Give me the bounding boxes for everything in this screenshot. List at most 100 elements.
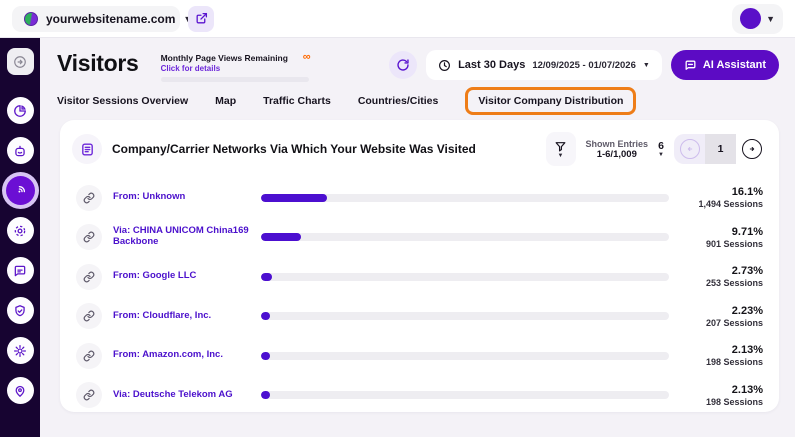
row-stats: 2.13% 198 Sessions: [679, 344, 763, 367]
table-row: From: Unknown 16.1% 1,494 Sessions: [72, 178, 767, 218]
row-sessions: 198 Sessions: [679, 397, 763, 407]
date-preset-label: Last 30 Days: [458, 59, 525, 71]
row-percent: 9.71%: [679, 226, 763, 238]
tab-map[interactable]: Map: [215, 95, 236, 107]
row-stats: 2.23% 207 Sessions: [679, 305, 763, 328]
table-row: From: Google LLC 2.73% 253 Sessions: [72, 257, 767, 297]
arrow-right-icon: [747, 144, 757, 154]
prev-page-button[interactable]: [680, 139, 700, 159]
tab-traffic-charts[interactable]: Traffic Charts: [263, 95, 331, 107]
site-selector[interactable]: yourwebsitename.com ▼: [12, 6, 180, 32]
quota-details-link[interactable]: Click for details: [161, 64, 311, 73]
row-sessions: 901 Sessions: [679, 239, 763, 249]
site-domain: yourwebsitename.com: [46, 12, 175, 26]
shield-check-icon: [13, 304, 27, 318]
row-stats: 2.13% 198 Sessions: [679, 384, 763, 407]
chevron-down-icon: ▼: [658, 152, 664, 158]
bar-track: [261, 352, 669, 360]
refresh-button[interactable]: [389, 51, 417, 79]
pie-chart-icon: [13, 104, 27, 118]
card-title: Company/Carrier Networks Via Which Your …: [112, 142, 476, 156]
shown-entries-label: Shown Entries: [586, 139, 649, 149]
page-size-selector[interactable]: 6 ▼: [658, 140, 664, 158]
tab-visitor-company-distribution[interactable]: Visitor Company Distribution: [465, 87, 636, 115]
row-sessions: 207 Sessions: [679, 318, 763, 328]
table-row: Via: Deutsche Telekom AG 2.13% 198 Sessi…: [72, 376, 767, 416]
arrow-left-icon: [685, 144, 695, 154]
main-content: Visitors Monthly Page Views Remaining ∞ …: [40, 38, 795, 437]
sidebar-item-chat[interactable]: [7, 257, 34, 284]
page-title: Visitors: [57, 50, 139, 77]
chevron-down-icon: ▼: [766, 14, 775, 24]
bar-fill: [261, 391, 270, 399]
network-link[interactable]: From: Cloudflare, Inc.: [113, 311, 261, 322]
bar-fill: [261, 312, 270, 320]
bar-track: [261, 312, 669, 320]
tab-bar: Visitor Sessions Overview Map Traffic Ch…: [40, 82, 795, 114]
infinity-icon: ∞: [303, 52, 311, 63]
sidebar-item-visitors[interactable]: [2, 172, 39, 209]
page-size-value: 6: [658, 140, 664, 152]
next-page-button[interactable]: [742, 139, 762, 159]
link-icon: [76, 303, 102, 329]
filter-button[interactable]: ▼: [546, 132, 576, 166]
network-link[interactable]: From: Google LLC: [113, 271, 261, 282]
pagination: 1: [674, 134, 767, 164]
link-icon: [76, 382, 102, 408]
sidebar-item-visitors-inner: [6, 176, 35, 205]
sidebar-item-tracking[interactable]: [7, 217, 34, 244]
row-sessions: 198 Sessions: [679, 357, 763, 367]
row-stats: 9.71% 901 Sessions: [679, 226, 763, 249]
sidebar-item-bots[interactable]: [7, 137, 34, 164]
row-percent: 2.13%: [679, 384, 763, 396]
external-link-icon: [195, 12, 208, 25]
shown-entries: Shown Entries 1-6/1,009: [586, 139, 649, 160]
account-menu[interactable]: ▼: [732, 4, 783, 34]
target-icon: [13, 224, 27, 238]
bar-fill: [261, 233, 301, 241]
network-link[interactable]: Via: Deutsche Telekom AG: [113, 390, 261, 401]
expand-sidebar-button[interactable]: [7, 48, 34, 75]
sidebar-item-security[interactable]: [7, 297, 34, 324]
link-icon: [76, 343, 102, 369]
table-row: Via: CHINA UNICOM China169 Backbone 9.71…: [72, 218, 767, 258]
bar-fill: [261, 273, 272, 281]
gear-icon: [13, 344, 27, 358]
bar-track: [261, 273, 669, 281]
date-range-picker[interactable]: Last 30 Days 12/09/2025 - 01/07/2026 ▼: [426, 50, 662, 80]
sidebar-item-locations[interactable]: [7, 377, 34, 404]
refresh-icon: [396, 58, 410, 72]
tab-visitor-sessions-overview[interactable]: Visitor Sessions Overview: [57, 95, 188, 107]
tab-countries-cities[interactable]: Countries/Cities: [358, 95, 439, 107]
report-icon: [72, 134, 102, 164]
chat-icon: [13, 264, 27, 278]
date-range-value: 12/09/2025 - 01/07/2026: [532, 60, 636, 71]
location-pin-icon: [13, 384, 27, 398]
open-site-button[interactable]: [188, 6, 214, 32]
bar-track: [261, 194, 669, 202]
row-sessions: 253 Sessions: [679, 278, 763, 288]
row-stats: 2.73% 253 Sessions: [679, 265, 763, 288]
link-icon: [76, 264, 102, 290]
ai-assistant-button[interactable]: AI Assistant: [671, 50, 779, 80]
avatar: [740, 8, 761, 29]
network-link[interactable]: From: Unknown: [113, 192, 261, 203]
network-link[interactable]: Via: CHINA UNICOM China169 Backbone: [113, 226, 261, 248]
sidebar-item-dashboard[interactable]: [7, 97, 34, 124]
network-link[interactable]: From: Amazon.com, Inc.: [113, 350, 261, 361]
quota-label: Monthly Page Views Remaining: [161, 53, 288, 63]
sidebar-item-settings[interactable]: [7, 337, 34, 364]
table-row: From: Amazon.com, Inc. 2.13% 198 Session…: [72, 336, 767, 376]
link-icon: [76, 224, 102, 250]
ai-chat-icon: [684, 59, 697, 72]
page-header: Visitors Monthly Page Views Remaining ∞ …: [40, 38, 795, 82]
bar-fill: [261, 194, 327, 202]
bot-icon: [13, 144, 27, 158]
site-favicon: [24, 12, 38, 26]
chevron-down-icon: ▼: [643, 62, 650, 69]
current-page: 1: [705, 134, 736, 164]
company-distribution-card: Company/Carrier Networks Via Which Your …: [60, 120, 779, 412]
chevron-down-icon: ▼: [558, 153, 564, 159]
sidebar: [0, 38, 40, 437]
row-percent: 2.13%: [679, 344, 763, 356]
